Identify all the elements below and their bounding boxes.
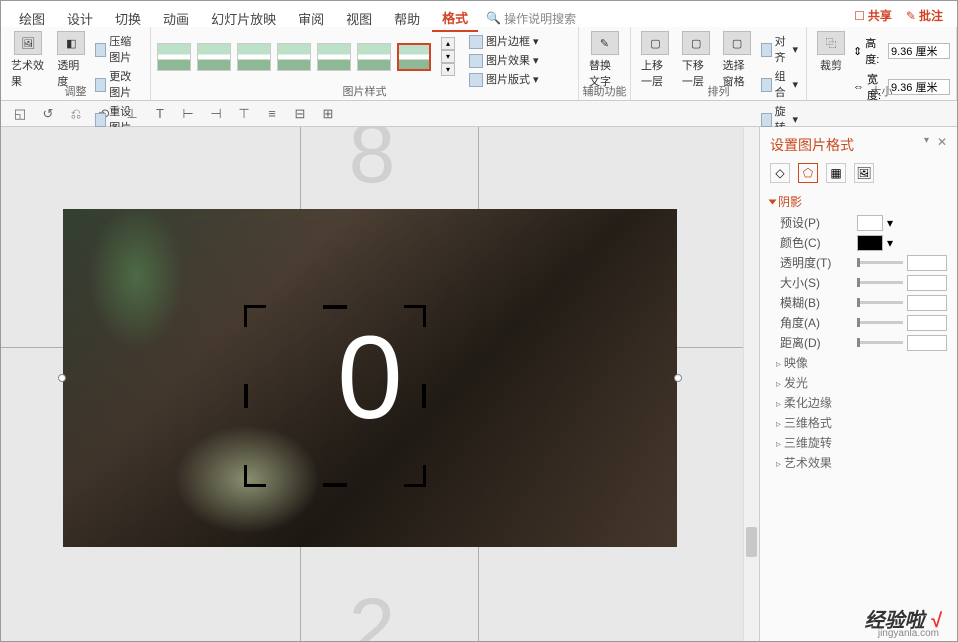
send-backward-button[interactable]: ▢下移一层 (678, 29, 715, 91)
distance-slider[interactable] (857, 341, 903, 344)
gallery-down[interactable]: ▾ (441, 50, 455, 63)
distance-spinner[interactable] (907, 335, 947, 351)
group-arrange-label: 排列 (631, 83, 806, 99)
section-artistic[interactable]: 艺术效果 (776, 454, 947, 471)
qb-icon[interactable]: ⊟ (291, 106, 309, 122)
height-icon: ⇕ (853, 45, 862, 58)
style-thumb-selected[interactable] (397, 43, 431, 71)
ribbon-tabs: 绘图 设计 切换 动画 幻灯片放映 审阅 视图 帮助 格式 🔍 操作说明搜索 (1, 1, 957, 27)
transparency-button[interactable]: ◧透明度 (53, 29, 89, 91)
angle-slider[interactable] (857, 321, 903, 324)
picture-border-button[interactable]: 图片边框 ▾ (467, 33, 541, 51)
pane-tab-size-icon[interactable]: ▦ (826, 163, 846, 183)
picture-effects-button[interactable]: 图片效果 ▾ (467, 52, 541, 70)
vertical-scrollbar[interactable] (743, 127, 759, 641)
scrollbar-thumb[interactable] (746, 527, 757, 557)
section-3dformat[interactable]: 三维格式 (776, 414, 947, 431)
comment-button[interactable]: ✎ 批注 (906, 7, 943, 24)
style-thumb[interactable] (317, 43, 351, 71)
qb-icon[interactable]: ≡ (263, 106, 281, 122)
gallery-up[interactable]: ▴ (441, 37, 455, 50)
picture-style-gallery[interactable]: ▴ ▾ ▾ (157, 29, 455, 76)
qb-icon[interactable]: ⊣ (207, 106, 225, 122)
artistic-effects-button[interactable]: 🖼艺术效果 (7, 29, 49, 91)
align-button[interactable]: 对齐 ▾ (759, 33, 800, 67)
section-glow[interactable]: 发光 (776, 374, 947, 391)
height-input[interactable] (888, 43, 950, 59)
qb-icon[interactable]: ⊞ (319, 106, 337, 122)
group-styles-label: 图片样式 (151, 83, 578, 99)
format-picture-pane: 设置图片格式 ▾ ✕ ◇ ⬠ ▦ 🖼 阴影 预设(P)▾ 颜色(C)▾ 透明度(… (759, 127, 957, 641)
section-reflection[interactable]: 映像 (776, 354, 947, 371)
gallery-more[interactable]: ▾ (441, 63, 455, 76)
alt-text-button[interactable]: ✎替换文字 (585, 29, 624, 91)
blur-spinner[interactable] (907, 295, 947, 311)
style-thumb[interactable] (157, 43, 191, 71)
pane-tab-fill-icon[interactable]: ◇ (770, 163, 790, 183)
style-thumb[interactable] (237, 43, 271, 71)
picture-object[interactable]: 0 (63, 209, 677, 547)
compress-picture-button[interactable]: 压缩图片 (93, 33, 144, 67)
group-adjust-label: 调整 (1, 83, 150, 99)
resize-handle-right[interactable] (674, 374, 682, 382)
transparency-slider[interactable] (857, 261, 903, 264)
transparency-spinner[interactable] (907, 255, 947, 271)
group-size-label: 大小 (807, 83, 956, 99)
pane-close-button[interactable]: ✕ (937, 135, 947, 149)
watermark-url: jingyanla.com (878, 628, 939, 639)
resize-handle-left[interactable] (58, 374, 66, 382)
preset-picker[interactable] (857, 215, 883, 231)
section-3drotation[interactable]: 三维旋转 (776, 434, 947, 451)
style-thumb[interactable] (197, 43, 231, 71)
tell-me-search[interactable]: 🔍 操作说明搜索 (486, 10, 576, 27)
ribbon: 🖼艺术效果 ◧透明度 压缩图片 更改图片 重设图片 调整 ▴ ▾ (1, 27, 957, 101)
selection-pane-button[interactable]: ▢选择窗格 (719, 29, 756, 91)
pane-options-dropdown[interactable]: ▾ (924, 135, 929, 146)
angle-spinner[interactable] (907, 315, 947, 331)
bg-number-top: 8 (349, 127, 396, 202)
slide-number-overlay: 0 (337, 310, 403, 446)
group-aux-label: 辅助功能 (579, 83, 630, 99)
size-spinner[interactable] (907, 275, 947, 291)
pane-tab-effects-icon[interactable]: ⬠ (798, 163, 818, 183)
style-thumb[interactable] (277, 43, 311, 71)
quick-access-bar: ◱ ↺ ⎌ ⟲ ⊥ T ⊢ ⊣ ⊤ ≡ ⊟ ⊞ (1, 101, 957, 127)
style-thumb[interactable] (357, 43, 391, 71)
qb-icon[interactable]: T (151, 106, 169, 122)
qb-icon[interactable]: ⊤ (235, 106, 253, 122)
crop-button[interactable]: ⿻裁剪 (813, 29, 849, 75)
qb-icon[interactable]: ⊢ (179, 106, 197, 122)
size-slider[interactable] (857, 281, 903, 284)
bg-number-bottom: 2 (349, 580, 396, 641)
pane-tab-picture-icon[interactable]: 🖼 (854, 163, 874, 183)
pane-title: 设置图片格式 (770, 135, 947, 155)
section-shadow[interactable]: 阴影 (770, 193, 947, 210)
slide-canvas[interactable]: 8 2 0 (1, 127, 743, 641)
color-picker[interactable] (857, 235, 883, 251)
share-button[interactable]: ☐ 共享 (854, 7, 892, 24)
blur-slider[interactable] (857, 301, 903, 304)
section-softedge[interactable]: 柔化边缘 (776, 394, 947, 411)
bring-forward-button[interactable]: ▢上移一层 (637, 29, 674, 91)
